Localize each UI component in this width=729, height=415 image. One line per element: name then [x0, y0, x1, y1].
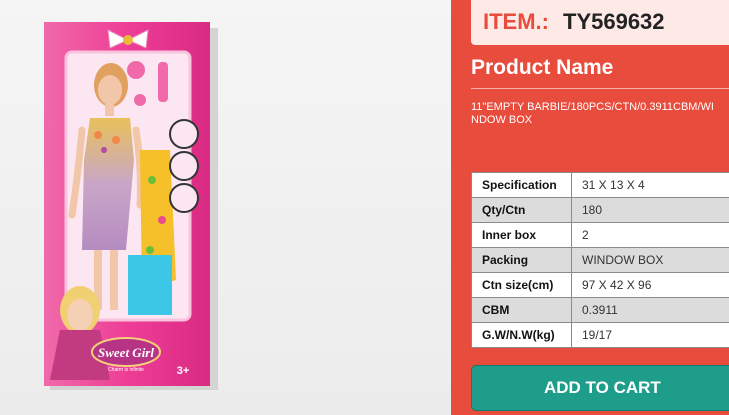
box-brand-text: Sweet Girl [98, 345, 154, 360]
spec-row: Ctn size(cm) 97 X 42 X 96 [471, 272, 729, 298]
heading-divider [471, 88, 729, 89]
spec-key: Qty/Ctn [471, 197, 572, 223]
doll-box-image: Sweet Girl Charm is infinite 3+ [44, 22, 218, 390]
spec-row: Inner box 2 [471, 222, 729, 248]
item-code: TY569632 [563, 9, 665, 34]
spec-table: Specification 31 X 13 X 4 Qty/Ctn 180 Inner … [471, 172, 729, 348]
add-to-cart-button[interactable]: ADD TO CART [471, 365, 729, 411]
product-info-panel: ITEM.: TY569632 Product Name 11"EMPTY BA… [451, 0, 729, 415]
spec-value: 180 [571, 197, 729, 223]
spec-row: Qty/Ctn 180 [471, 197, 729, 223]
spec-row: G.W/N.W(kg) 19/17 [471, 322, 729, 348]
product-description: 11"EMPTY BARBIE/180PCS/CTN/0.3911CBM/WIN… [471, 101, 714, 126]
spec-key: Packing [471, 247, 572, 273]
spec-key: G.W/N.W(kg) [471, 322, 572, 348]
spec-value: 0.3911 [571, 297, 729, 323]
item-code-box: ITEM.: TY569632 [471, 0, 729, 45]
box-tagline-text: Charm is infinite [108, 367, 144, 373]
spec-key: Ctn size(cm) [471, 272, 572, 298]
spec-row: Specification 31 X 13 X 4 [471, 172, 729, 198]
box-age-text: 3+ [177, 365, 190, 377]
spec-value: 97 X 42 X 96 [571, 272, 729, 298]
spec-value: 19/17 [571, 322, 729, 348]
spec-value: WINDOW BOX [571, 247, 729, 273]
spec-value: 2 [571, 222, 729, 248]
spec-row: CBM 0.3911 [471, 297, 729, 323]
product-name-heading: Product Name [471, 56, 614, 79]
item-label: ITEM.: [483, 9, 549, 34]
product-photo: Sweet Girl Charm is infinite 3+ [0, 0, 451, 415]
spec-row: Packing WINDOW BOX [471, 247, 729, 273]
spec-value: 31 X 13 X 4 [571, 172, 729, 198]
spec-key: Inner box [471, 222, 572, 248]
spec-key: Specification [471, 172, 572, 198]
spec-key: CBM [471, 297, 572, 323]
